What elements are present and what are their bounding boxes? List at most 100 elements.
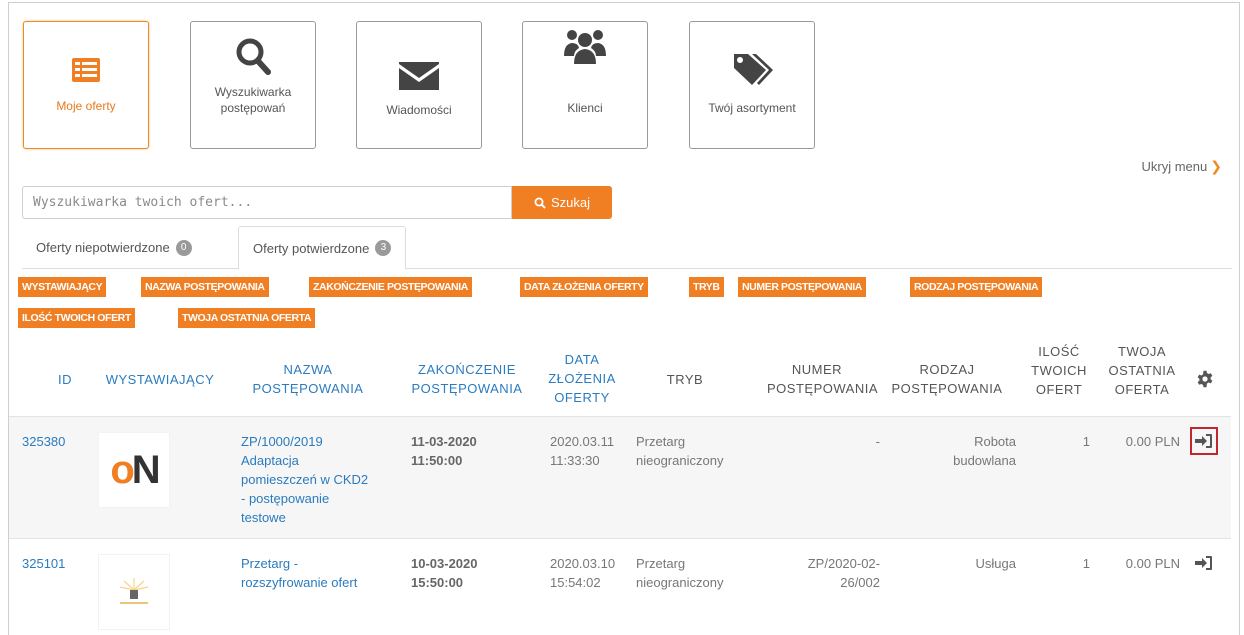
table-row [9, 538, 1231, 635]
header-line: OFERTY [554, 390, 610, 405]
chip-last-offer[interactable]: TWOJA OSTATNIA OFERTA [178, 308, 316, 328]
chip-date[interactable]: DATA ZŁOŻENIA OFERTY [520, 277, 648, 297]
header-mode: TRYB [666, 372, 704, 387]
count-badge: 3 [375, 240, 392, 256]
kind-line: budowlana [953, 453, 1016, 468]
chip-number[interactable]: NUMER POSTĘPOWANIA [738, 277, 866, 297]
chip-mode[interactable]: TRYB [689, 277, 724, 297]
end-date: 11-03-2020 [411, 434, 477, 449]
chip-issuer[interactable]: WYSTAWIAJĄCY [18, 277, 107, 297]
row-id[interactable]: 325101 [22, 554, 65, 573]
header-end[interactable]: ZAKOŃCZENIE POSTĘPOWANIA [398, 360, 536, 398]
tile-klienci[interactable]: Klienci [522, 21, 648, 149]
number-line: ZP/2020-02- [807, 556, 880, 571]
name-line: Przetarg - [241, 556, 299, 571]
mode-line: Przetarg [636, 556, 686, 571]
chip-count[interactable]: ILOŚĆ TWOICH OFERT [18, 308, 135, 328]
tab-label: Oferty niepotwierdzone [36, 240, 170, 255]
header-line: POSTĘPOWANIA [252, 381, 364, 396]
tile-wiadomosci[interactable]: Wiadomości [356, 21, 482, 149]
logo-text: oN [110, 447, 160, 492]
hide-menu-link[interactable]: Ukryj menu ❯ [1142, 158, 1222, 175]
tile-asortyment[interactable]: Twój asortyment [689, 21, 815, 149]
row-id[interactable]: 325380 [22, 432, 65, 451]
tile-label: Moje oferty [56, 99, 116, 113]
search-icon [534, 197, 546, 209]
header-issuer[interactable]: WYSTAWIAJĄCY [96, 370, 224, 389]
header-last-offer: TWOJA OSTATNIA OFERTA [1104, 342, 1180, 399]
tile-label: Twój asortyment [708, 101, 796, 115]
search-button-label: Szukaj [550, 195, 591, 210]
submitted-datetime: 2020.03.11 11:33:30 [550, 432, 614, 470]
header-line: NUMER [791, 362, 843, 377]
tags-icon [690, 48, 814, 92]
gear-icon[interactable] [1196, 370, 1214, 388]
offer-count: 1 [1082, 556, 1090, 571]
name-line: pomieszczeń w CKD2 [241, 472, 369, 487]
header-line: ZAKOŃCZENIE [418, 362, 516, 377]
header-line: DATA [564, 352, 600, 367]
issuer-logo [98, 554, 170, 630]
end-date: 10-03-2020 [411, 556, 478, 571]
open-offer-button[interactable] [1190, 427, 1218, 455]
chip-name[interactable]: NAZWA POSTĘPOWANIA [141, 277, 269, 297]
search-button[interactable]: Szukaj [512, 186, 612, 219]
procedure-name-link[interactable]: ZP/1000/2019 Adaptacja pomieszczeń w CKD… [241, 432, 391, 527]
submitted-time: 11:33:30 [550, 453, 600, 468]
tab-unconfirmed[interactable]: Oferty niepotwierdzone 0 [22, 226, 206, 269]
number-line: - [875, 434, 880, 449]
header-number: NUMER POSTĘPOWANIA [756, 360, 878, 398]
open-offer-button[interactable] [1190, 549, 1218, 577]
tab-confirmed[interactable]: Oferty potwierdzone 3 [238, 226, 407, 270]
header-line: OFERTA [1114, 382, 1170, 397]
header-line: TWOJA [1118, 344, 1166, 359]
sign-in-icon [1195, 556, 1212, 570]
header-line: POSTĘPOWANIA [891, 381, 1003, 396]
name-line: Adaptacja [241, 453, 299, 468]
last-offer: 0.00 PLN [1125, 434, 1180, 449]
header-line: ILOŚĆ [1038, 344, 1080, 359]
end-time: 15:50:00 [411, 575, 464, 590]
tile-label: Wiadomości [386, 103, 452, 117]
chip-kind[interactable]: RODZAJ POSTĘPOWANIA [910, 277, 1043, 297]
chip-end[interactable]: ZAKOŃCZENIE POSTĘPOWANIA [309, 277, 472, 297]
tile-label: Klienci [567, 101, 603, 115]
mode-line: Przetarg [636, 434, 686, 449]
header-id[interactable]: ID [40, 370, 90, 389]
name-line: ZP/1000/2019 [241, 434, 323, 449]
header-count: ILOŚĆ TWOICH OFERT [1026, 342, 1092, 399]
end-time: 11:50:00 [411, 453, 463, 468]
submitted-date: 2020.03.11 [550, 434, 615, 449]
tile-wyszukiwarka[interactable]: Wyszukiwarka postępowań [190, 21, 316, 149]
header-line: TWOICH [1031, 363, 1087, 378]
header-line: POSTĘPOWANIA [767, 381, 878, 396]
offer-search-input[interactable] [22, 186, 512, 219]
procedure-mode: Przetarg nieograniczony [636, 432, 723, 470]
procedure-mode: Przetarg nieograniczony [636, 554, 723, 592]
header-line: RODZAJ [919, 362, 975, 377]
tile-moje-oferty[interactable]: Moje oferty [23, 21, 149, 149]
chevron-up-icon: ❯ [1210, 158, 1222, 174]
number-line: 26/002 [840, 575, 880, 590]
submitted-time: 15:54:02 [550, 575, 601, 590]
header-line: POSTĘPOWANIA [411, 381, 523, 396]
header-kind: RODZAJ POSTĘPOWANIA [882, 360, 1012, 398]
name-line: - postępowanie [241, 491, 330, 506]
tile-label: Wyszukiwarka postępowań [214, 85, 292, 115]
procedure-number: - [780, 432, 880, 451]
submitted-date: 2020.03.10 [550, 556, 616, 571]
procedure-name-link[interactable]: Przetarg - rozszyfrowanie ofert [241, 554, 391, 592]
header-name[interactable]: NAZWA POSTĘPOWANIA [232, 360, 384, 398]
users-icon [523, 24, 647, 68]
procedure-kind: Robota budowlana [900, 432, 1016, 470]
name-line: rozszyfrowanie ofert [241, 575, 358, 590]
mode-line: nieograniczony [636, 453, 724, 468]
offer-tabs: Oferty niepotwierdzone 0 Oferty potwierd… [22, 226, 1232, 270]
last-offer: 0.00 PLN [1125, 556, 1180, 571]
header-date[interactable]: DATA ZŁOŻENIA OFERTY [538, 350, 626, 407]
offer-count: 1 [1082, 434, 1090, 449]
sign-in-icon [1195, 434, 1212, 448]
list-icon [24, 48, 148, 92]
procedure-kind: Usługa [900, 554, 1016, 573]
kind-line: Usługa [975, 556, 1016, 571]
